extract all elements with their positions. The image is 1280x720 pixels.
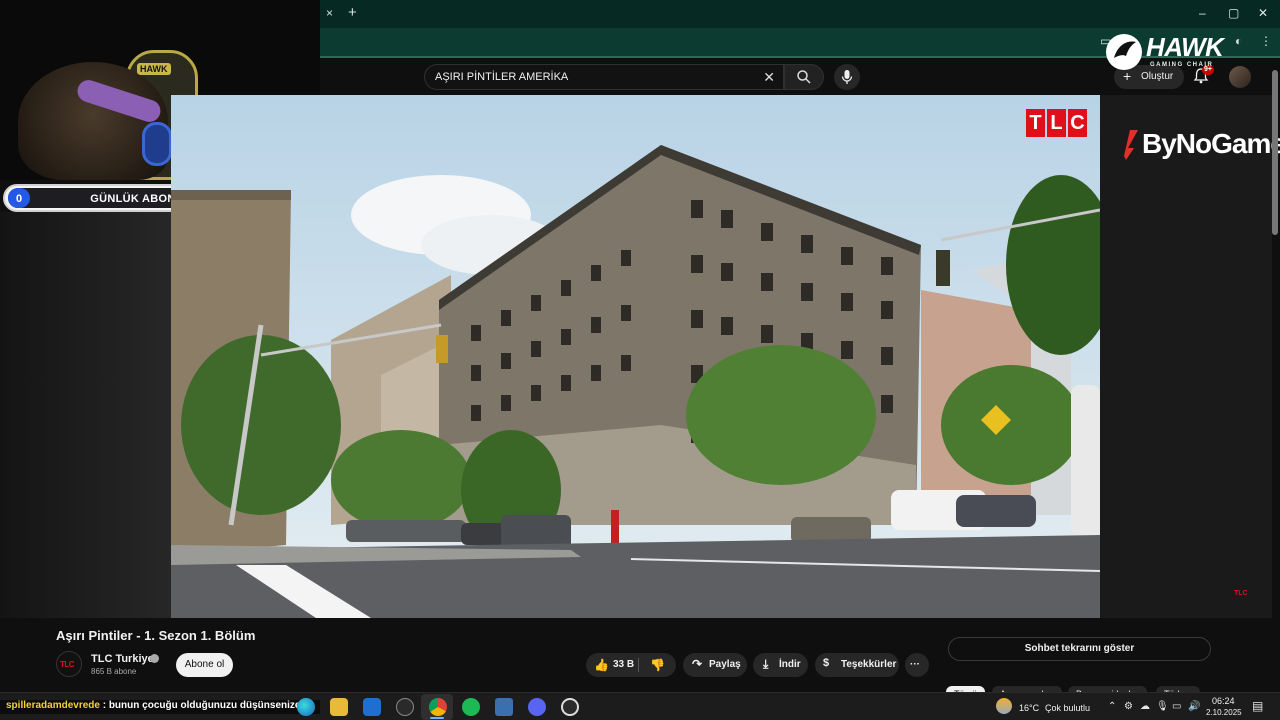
file-explorer-icon[interactable] [330, 698, 348, 716]
tlc-letter-l: L [1047, 109, 1066, 137]
share-button[interactable]: ↷ Paylaş [683, 653, 747, 677]
screen: × + – ▢ ✕ ▭ ◐ ⋮ HAWK 0 GÜNLÜK ABONE HEDE… [0, 0, 1280, 720]
video-title: Aşırı Pintiler - 1. Sezon 1. Bölüm [56, 628, 256, 643]
channel-avatar-text: TLC [60, 660, 75, 669]
obs-icon[interactable] [561, 698, 579, 716]
bynogame-logo-icon [1124, 130, 1138, 160]
search-input[interactable]: AŞIRI PİNTİLER AMERİKA ✕ [424, 64, 784, 90]
left-backdrop [0, 212, 171, 618]
tlc-watermark-logo: T L C [1026, 109, 1087, 137]
discord-icon[interactable] [528, 698, 546, 716]
voice-search-button[interactable] [834, 64, 860, 90]
video-frame [171, 95, 1100, 618]
ticker-message: : bunun çocuğu olduğunuzu düşünsenize ya [102, 700, 315, 711]
close-window-button[interactable]: ✕ [1258, 6, 1268, 20]
outlook-icon[interactable] [363, 698, 381, 716]
tlc-corner-logo: TLC [1234, 590, 1248, 597]
tray-mic-icon[interactable]: 🎙 [1156, 701, 1169, 712]
new-tab-button[interactable]: + [348, 4, 357, 21]
profile-icon[interactable]: ◐ [1235, 34, 1242, 48]
xbox-icon[interactable] [396, 698, 414, 716]
tlc-letter-c: C [1068, 109, 1087, 137]
dislike-icon[interactable]: 👎 [650, 658, 665, 672]
thanks-button[interactable]: $ Teşekkürler [815, 653, 899, 677]
tlc-letter-t: T [1026, 109, 1045, 137]
like-dislike-group: 👍 33 B 👎 [586, 653, 676, 677]
clock-date[interactable]: 2.10.2025 [1206, 708, 1242, 717]
tray-chevron-icon[interactable]: ⌃ [1108, 701, 1116, 712]
bynogame-sponsor-name: ByNoGame [1142, 128, 1280, 159]
tray-app-icon[interactable]: ⚙ [1124, 701, 1133, 712]
tray-network-icon[interactable]: ▭ [1172, 701, 1181, 712]
channel-name[interactable]: TLC Turkiye [91, 653, 154, 665]
bynogame-sponsor-logo: ByNoGame [1116, 126, 1280, 162]
channel-avatar[interactable]: TLC [56, 651, 82, 677]
maximize-button[interactable]: ▢ [1228, 6, 1239, 20]
hawk-sponsor-name: HAWK [1146, 32, 1224, 62]
clear-search-icon[interactable]: ✕ [763, 69, 775, 86]
account-avatar[interactable] [1229, 66, 1251, 88]
chrome-icon[interactable] [429, 698, 447, 716]
like-icon[interactable]: 👍 [594, 658, 609, 672]
browser-tab-bar: × + – ▢ ✕ [320, 0, 1280, 28]
hawk-logo-icon [1106, 34, 1142, 70]
tray-cloud-icon[interactable]: ☁ [1140, 701, 1150, 712]
like-count[interactable]: 33 B [613, 659, 634, 670]
right-backdrop [1100, 95, 1272, 618]
subscriber-count: 865 B abone [91, 667, 137, 676]
share-label: Paylaş [709, 659, 741, 670]
subscribe-button[interactable]: Abone ol [176, 653, 233, 677]
weather-icon[interactable] [996, 698, 1012, 714]
create-label: Oluştur [1141, 71, 1174, 82]
spotify-icon[interactable] [462, 698, 480, 716]
share-icon: ↷ [692, 657, 703, 671]
chair-logo-text: HAWK [137, 63, 171, 75]
notification-center-icon[interactable]: ▤ [1252, 699, 1263, 713]
clock-time[interactable]: 06:24 [1212, 696, 1235, 706]
thanks-label: Teşekkürler [841, 659, 897, 670]
minimize-button[interactable]: – [1199, 6, 1206, 20]
page-scrollbar[interactable] [1272, 70, 1278, 235]
edge-icon[interactable] [297, 698, 315, 716]
thanks-icon: $ [823, 657, 830, 669]
chat-ticker: spilleradamdevrede : bunun çocuğu olduğu… [0, 700, 321, 714]
download-button[interactable]: ⤓ İndir [753, 653, 808, 677]
tray-volume-icon[interactable]: 🔊 [1188, 701, 1200, 712]
taskbar-active-indicator [430, 717, 444, 719]
search-query: AŞIRI PİNTİLER AMERİKA [435, 71, 569, 83]
hawk-sponsor-tagline: GAMING CHAIR [1150, 62, 1214, 68]
verified-badge-icon [150, 654, 159, 663]
ticker-username: spilleradamdevrede [6, 700, 100, 711]
headset-earcup [142, 122, 172, 166]
video-player[interactable]: T L C [171, 95, 1100, 618]
plus-icon: + [1123, 68, 1132, 84]
weather-temp: 16°C [1019, 703, 1040, 713]
more-actions-button[interactable]: ··· [905, 653, 929, 677]
download-label: İndir [779, 659, 801, 670]
show-chat-replay-button[interactable]: Sohbet tekrarını göster [948, 637, 1211, 661]
search-button[interactable] [784, 64, 824, 90]
divider [638, 658, 639, 672]
search-icon [797, 70, 811, 84]
mic-icon [841, 70, 853, 84]
menu-icon[interactable]: ⋮ [1260, 34, 1272, 48]
app-icon[interactable] [495, 698, 513, 716]
more-icon: ··· [910, 659, 920, 670]
download-icon: ⤓ [763, 657, 769, 671]
weather-condition: Çok bulutlu [1045, 703, 1091, 713]
tab-close-icon[interactable]: × [326, 6, 333, 20]
